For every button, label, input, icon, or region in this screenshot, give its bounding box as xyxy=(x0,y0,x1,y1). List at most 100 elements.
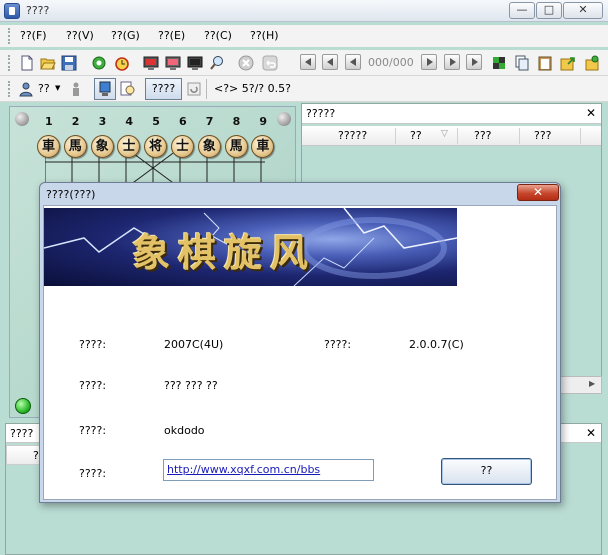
column-header[interactable]: ?? xyxy=(410,129,422,142)
export-button[interactable] xyxy=(558,53,578,73)
scroll-right-icon[interactable]: ▶ xyxy=(589,379,595,388)
stop-button[interactable] xyxy=(236,53,256,73)
mode-toggle-button[interactable]: ???? xyxy=(145,78,182,100)
board-column-number: 1 xyxy=(45,115,53,128)
import-button[interactable] xyxy=(582,53,602,73)
save-button[interactable] xyxy=(59,53,79,73)
main-toolbar: 000/000 xyxy=(0,50,608,76)
close-button[interactable]: ✕ xyxy=(563,2,603,19)
dialog-content: 象棋旋风 ????: 2007C(4U) ????: 2.0.0.7(C) ??… xyxy=(43,205,557,500)
monitor-dark-icon xyxy=(187,56,203,70)
user-icon xyxy=(19,82,33,97)
banner-image: 象棋旋风 xyxy=(44,208,457,286)
undo-icon xyxy=(262,55,278,71)
board-dark-button[interactable] xyxy=(185,53,205,73)
ok-button[interactable]: ?? xyxy=(441,458,532,485)
prev-move-button[interactable] xyxy=(345,54,361,70)
prev-ten-button[interactable] xyxy=(322,54,338,70)
menu-file[interactable]: ??(F) xyxy=(20,29,47,42)
game-list-title: ????? xyxy=(306,107,336,120)
checker-flag-icon xyxy=(493,57,505,69)
chess-piece[interactable]: 象 xyxy=(197,135,221,158)
chess-piece[interactable]: 士 xyxy=(171,135,194,158)
chess-piece[interactable]: 車 xyxy=(37,135,60,158)
comment-title: ???? xyxy=(10,427,34,440)
monitor-mode-button[interactable] xyxy=(94,78,116,100)
dialog-close-button[interactable]: ✕ xyxy=(517,184,559,201)
column-divider xyxy=(395,128,396,144)
board-column-number: 9 xyxy=(259,115,268,128)
column-divider xyxy=(580,128,581,144)
undo-button[interactable] xyxy=(260,53,280,73)
board-column-number: 2 xyxy=(71,115,80,128)
board-column-number: 3 xyxy=(98,115,107,128)
menu-view[interactable]: ??(V) xyxy=(66,29,94,42)
player-dropdown[interactable]: ?? xyxy=(38,82,50,95)
chess-piece[interactable]: 象 xyxy=(90,135,114,158)
copy-button[interactable] xyxy=(512,53,532,73)
main-title-bar: ???? — □ ✕ xyxy=(0,0,608,22)
board-column-number: 6 xyxy=(179,115,187,128)
engine-button[interactable] xyxy=(89,53,109,73)
column-header[interactable]: ??? xyxy=(534,129,552,142)
board-column-number: 5 xyxy=(152,115,160,128)
panel-close-icon[interactable]: ✕ xyxy=(586,106,596,120)
menu-grip xyxy=(8,28,11,44)
website-link[interactable]: http://www.xqxf.com.cn/bbs xyxy=(163,459,374,481)
board-pink-button[interactable] xyxy=(163,53,183,73)
maximize-button[interactable]: □ xyxy=(536,2,562,19)
refresh-icon xyxy=(187,82,201,96)
chess-piece[interactable]: 馬 xyxy=(224,135,248,158)
status-text: <?> 5?/? 0.5? xyxy=(214,82,291,95)
clock-button[interactable] xyxy=(112,53,132,73)
chess-piece[interactable]: 馬 xyxy=(63,135,87,158)
new-file-icon xyxy=(21,55,33,71)
next-ten-button[interactable] xyxy=(444,54,460,70)
monitor-blue-icon xyxy=(99,81,111,96)
dialog-title: ????(???) xyxy=(46,188,96,201)
menu-config[interactable]: ??(C) xyxy=(204,29,232,42)
menu-edit[interactable]: ??(E) xyxy=(158,29,185,42)
last-move-button[interactable] xyxy=(466,54,482,70)
board-red-button[interactable] xyxy=(141,53,161,73)
board-column-number: 7 xyxy=(205,115,214,128)
import-icon xyxy=(585,55,599,71)
flip-button[interactable] xyxy=(489,53,509,73)
column-header[interactable]: ????? xyxy=(338,129,367,142)
first-move-button[interactable] xyxy=(300,54,316,70)
game-list-title-bar: ????? ✕ xyxy=(302,104,601,124)
info-label: ????: xyxy=(79,467,107,480)
info-value: ??? ??? ?? xyxy=(164,379,218,392)
about-dialog: ????(???) ✕ 象棋旋风 ????: 2007C(4U) ????: 2… xyxy=(39,182,561,503)
open-button[interactable] xyxy=(38,53,58,73)
menu-game[interactable]: ??(G) xyxy=(111,29,140,42)
banner-title: 象棋旋风 xyxy=(132,230,317,275)
robot-button[interactable] xyxy=(66,79,86,99)
menu-help[interactable]: ??(H) xyxy=(250,29,279,42)
clipboard-icon xyxy=(538,56,552,71)
paste-button[interactable] xyxy=(535,53,555,73)
minimize-button[interactable]: — xyxy=(509,2,535,19)
player-button[interactable] xyxy=(16,79,36,99)
board-column-number: 4 xyxy=(125,115,134,128)
analyze-button[interactable] xyxy=(118,79,138,99)
toolbar2-grip xyxy=(8,81,11,97)
stop-circle-icon xyxy=(238,55,254,71)
next-move-button[interactable] xyxy=(421,54,437,70)
board-knob-right[interactable] xyxy=(277,112,291,126)
refresh-button[interactable] xyxy=(184,79,204,99)
toolbar-grip xyxy=(8,55,11,71)
new-file-button[interactable] xyxy=(17,53,37,73)
comment-close-icon[interactable]: ✕ xyxy=(586,426,596,440)
info-label: ????: xyxy=(79,379,107,392)
export-icon xyxy=(560,57,575,71)
monitor-red-icon xyxy=(143,56,159,70)
magnifier-icon xyxy=(210,56,223,70)
info-label: ????: xyxy=(324,338,352,351)
board-knob-left[interactable] xyxy=(15,112,29,126)
column-divider xyxy=(519,128,520,144)
column-header[interactable]: ??? xyxy=(474,129,492,142)
search-button[interactable] xyxy=(207,53,227,73)
monitor-pink-icon xyxy=(165,56,181,70)
copy-icon xyxy=(515,55,529,71)
